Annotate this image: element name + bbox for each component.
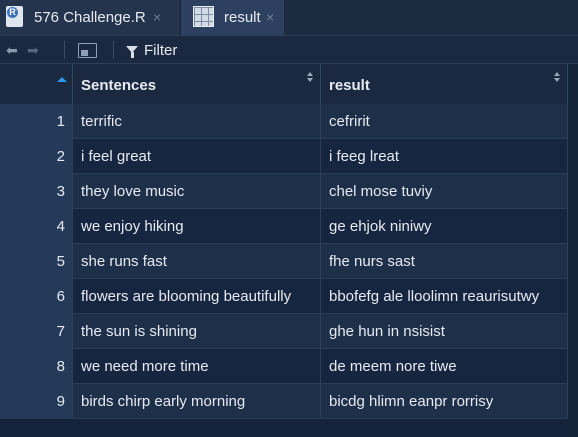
sort-ascending-icon [57,77,67,82]
result-cell: i feeg lreat [321,139,568,174]
close-tab-icon[interactable]: × [266,9,274,25]
table-header: Sentences result [0,64,578,104]
row-index-cell: 6 [0,279,73,314]
sentence-cell: they love music [73,174,321,209]
popout-window-icon[interactable] [78,43,97,58]
result-cell: ghe hun in nsisist [321,314,568,349]
editor-tab-bar: R 576 Challenge.R × result × [0,0,578,35]
row-index-header[interactable] [0,64,73,104]
sentence-cell: she runs fast [73,244,321,279]
column-header-sentences[interactable]: Sentences [73,64,321,104]
row-index-cell: 2 [0,139,73,174]
row-index-cell: 8 [0,349,73,384]
tab-label: result [224,9,261,26]
table-row[interactable]: 1 terrific cefririt [0,104,568,139]
column-header-label: result [329,77,370,94]
funnel-icon [126,45,138,58]
table-row[interactable]: 4 we enjoy hiking ge ehjok niniwy [0,209,568,244]
table-row[interactable]: 2i feel great i feeg lreat [0,139,568,174]
close-tab-icon[interactable]: × [153,9,161,25]
sentence-cell: we enjoy hiking [73,209,321,244]
sentence-cell: we need more time [73,349,321,384]
sentence-cell: i feel great [73,139,321,174]
toolbar-divider [113,41,114,59]
column-header-result[interactable]: result [321,64,568,104]
filter-button[interactable]: Filter [126,41,177,59]
arrow-right-icon[interactable]: ➡ [27,41,47,59]
sentence-cell: the sun is shining [73,314,321,349]
r-script-file-icon: R [6,6,23,27]
data-grid-icon [193,6,214,27]
table-row[interactable]: 3 they love music chel mose tuviy [0,174,568,209]
row-index-cell: 1 [0,104,73,139]
row-index-cell: 3 [0,174,73,209]
row-index-cell: 5 [0,244,73,279]
table-row[interactable]: 5 she runs fast fhe nurs sast [0,244,568,279]
table-row[interactable]: 8 we need more time de meem nore tiwe [0,349,568,384]
row-index-cell: 9 [0,384,73,419]
result-cell: chel mose tuviy [321,174,568,209]
tab-label: 576 Challenge.R [34,9,146,26]
result-cell: cefririt [321,104,568,139]
tab-result[interactable]: result × [180,0,284,35]
row-index-cell: 7 [0,314,73,349]
table-row[interactable]: 9 birds chirp early morning bicdg hlimn ea… [0,384,568,419]
table-row[interactable]: 6 flowers are blooming beautifully bbofefg… [0,279,568,314]
tab-576-challenge[interactable]: R 576 Challenge.R × [0,0,180,35]
viewer-toolbar: ⬅ ➡ Filter [0,35,578,64]
result-cell: fhe nurs sast [321,244,568,279]
table-row[interactable]: 7 the sun is shining ghe hun in nsisist [0,314,568,349]
row-index-cell: 4 [0,209,73,244]
sentence-cell: birds chirp early morning [73,384,321,419]
filter-label: Filter [144,41,178,59]
result-cell: bbofefg ale lloolimn reaurisutwy [321,279,568,314]
arrow-left-icon[interactable]: ⬅ [6,41,26,59]
result-cell: ge ehjok niniwy [321,209,568,244]
scrollbar-track[interactable] [568,64,578,437]
sentence-cell: terrific [73,104,321,139]
column-header-label: Sentences [81,77,157,94]
result-cell: de meem nore tiwe [321,349,568,384]
toolbar-divider [64,41,65,59]
sentence-cell: flowers are blooming beautifully [73,279,321,314]
result-cell: bicdg hlimn eanpr rorrisy [321,384,568,419]
